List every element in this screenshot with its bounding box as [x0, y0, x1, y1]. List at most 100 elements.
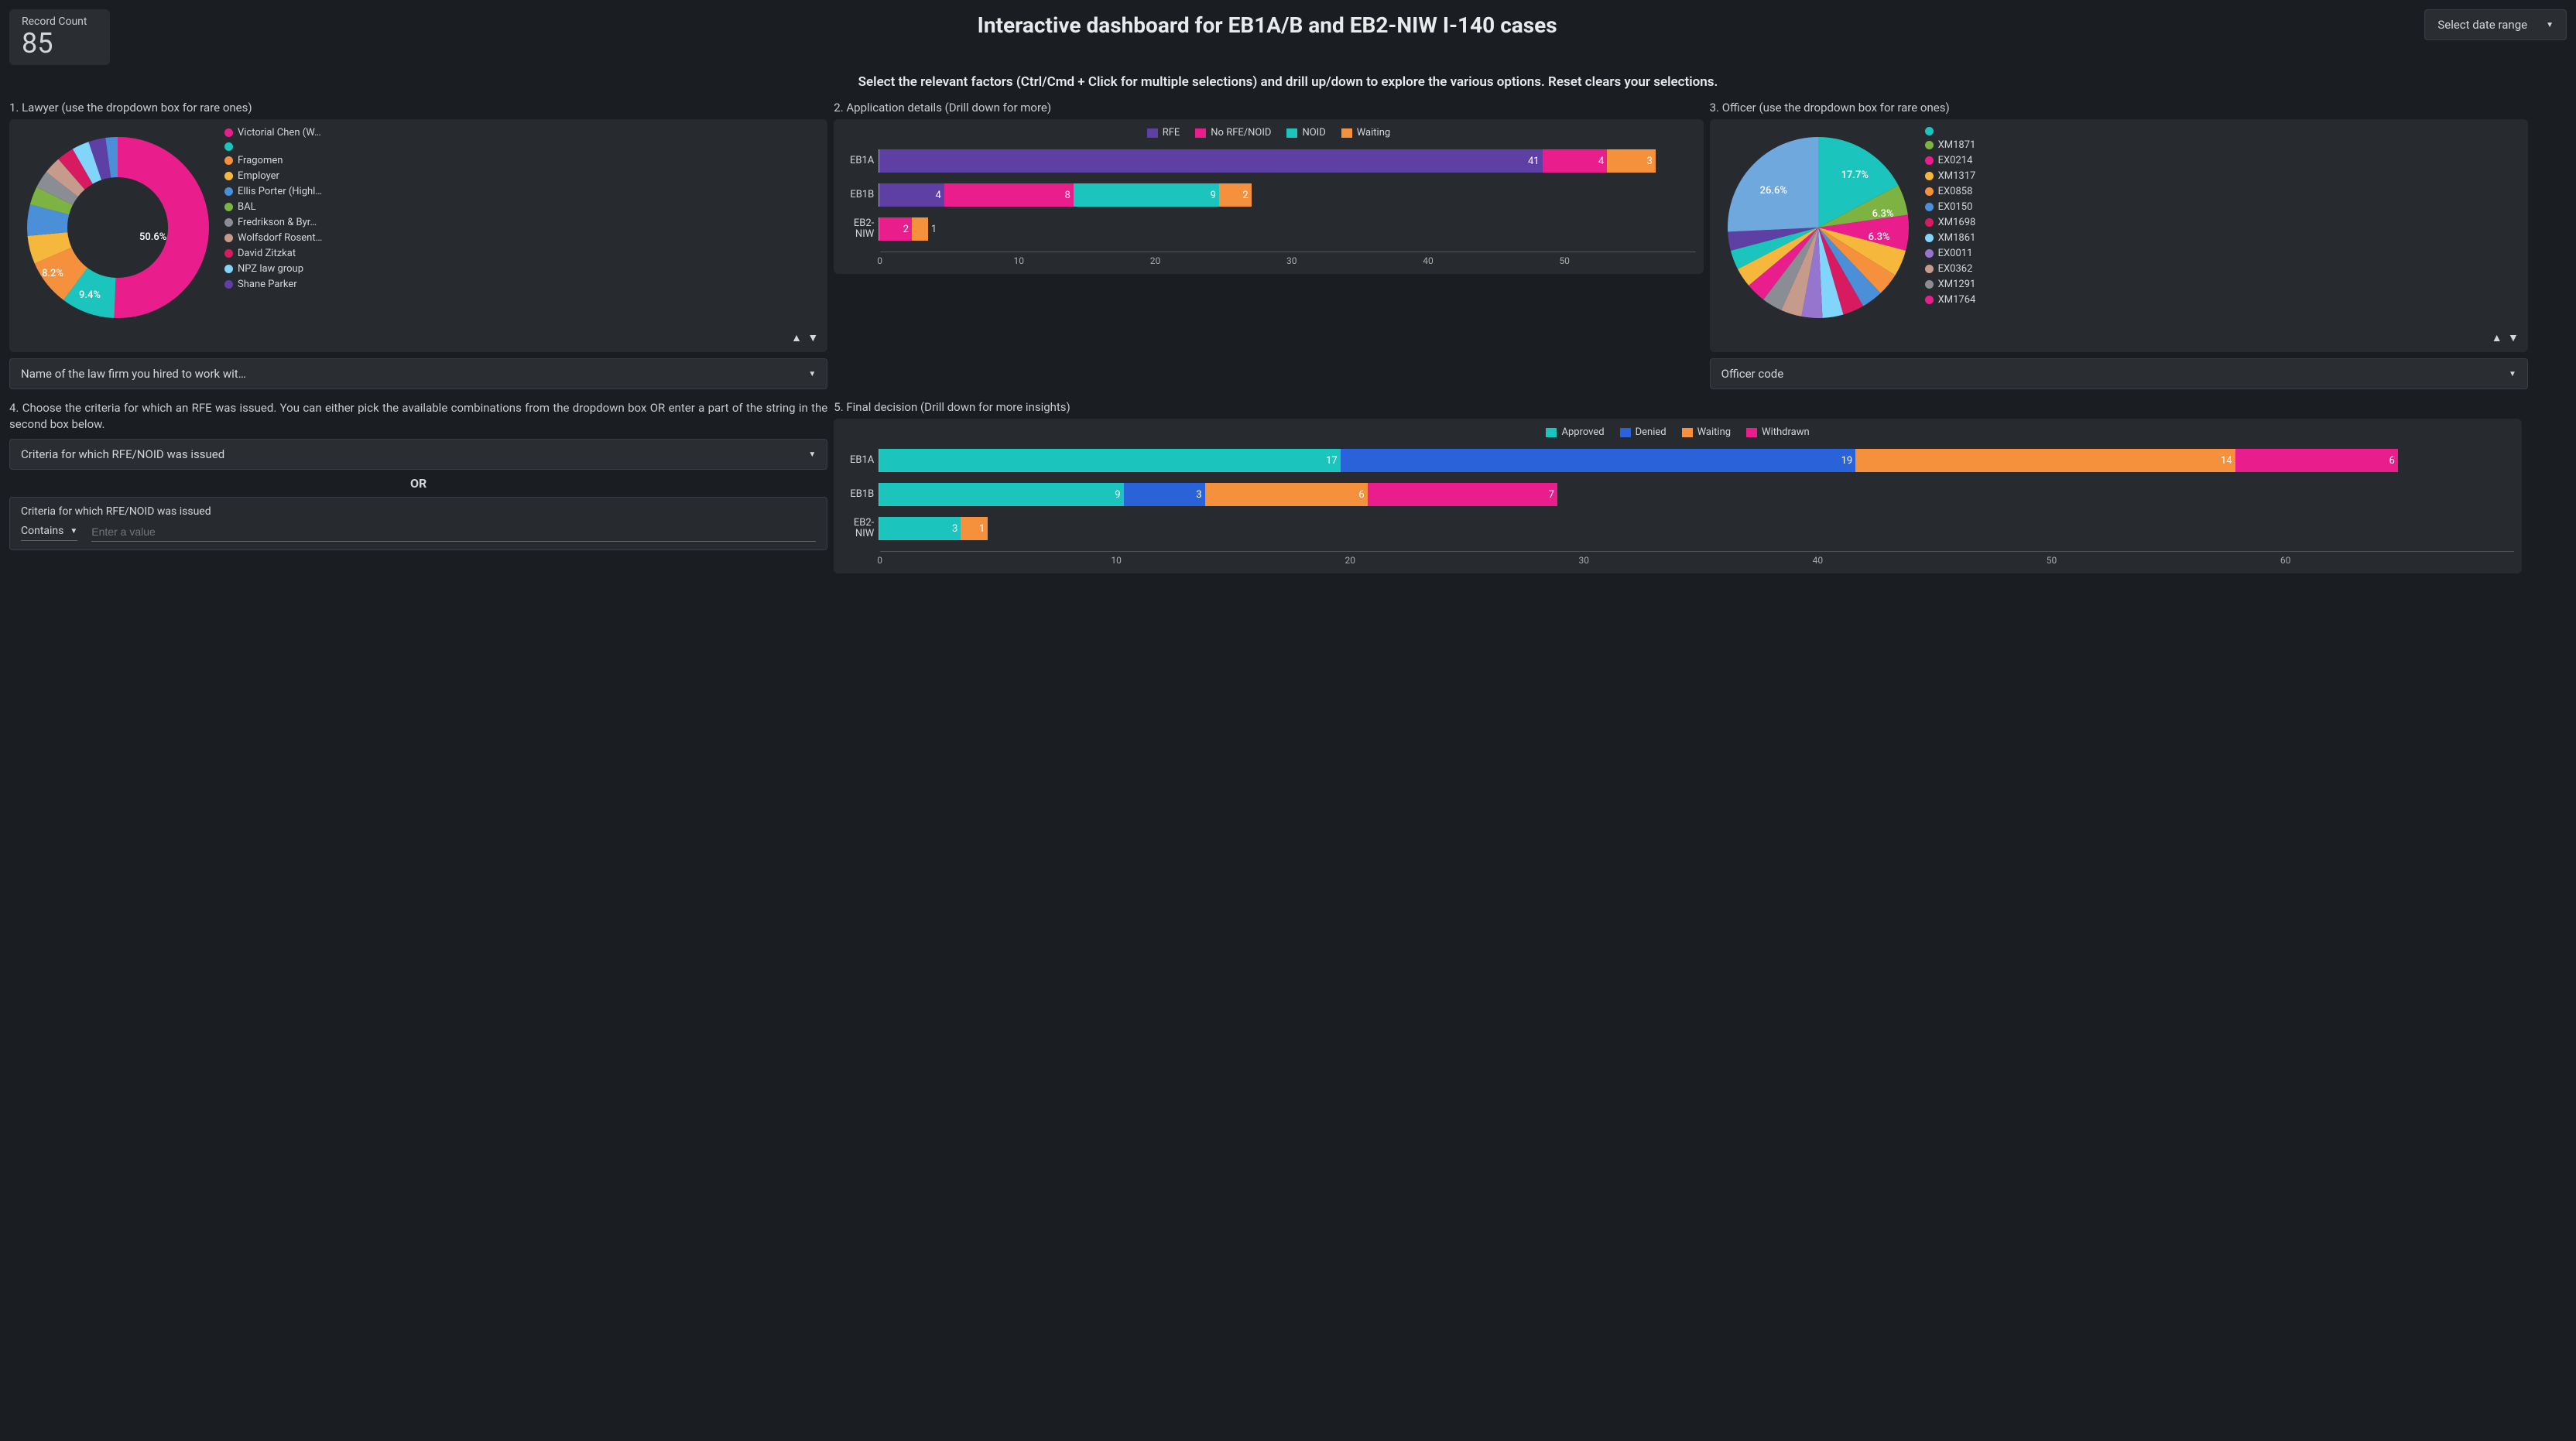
bar-segment[interactable]: 7	[1368, 483, 1557, 506]
legend-item[interactable]: Waiting	[1341, 127, 1390, 139]
triangle-up-icon[interactable]: ▲	[2492, 332, 2504, 344]
legend-item[interactable]: No RFE/NOID	[1195, 127, 1271, 139]
legend-label: Victorial Chen (W…	[238, 127, 321, 139]
bar-segment[interactable]: 2	[1219, 183, 1252, 207]
triangle-up-icon[interactable]: ▲	[791, 332, 803, 344]
legend-item[interactable]: NPZ law group	[224, 263, 820, 275]
lawyer-dropdown[interactable]: Name of the law firm you hired to work w…	[9, 358, 827, 389]
bar-segment[interactable]: 2	[879, 217, 912, 241]
legend-swatch	[1620, 428, 1631, 437]
legend-item[interactable]: EX0214	[1925, 155, 2520, 166]
bar-segment[interactable]: 1	[961, 517, 988, 540]
legend-item[interactable]: XM1291	[1925, 279, 2520, 290]
bar-segment[interactable]: 6	[2235, 449, 2398, 472]
bar-row[interactable]: EB2-NIW21	[844, 217, 1687, 241]
filter-operator-select[interactable]: Contains ▼	[21, 525, 77, 541]
officer-dropdown[interactable]: Officer code ▼	[1710, 358, 2528, 389]
legend-item[interactable]: Withdrawn	[1746, 426, 1810, 438]
bar-segment[interactable]: 4	[1543, 149, 1608, 173]
legend-swatch	[1925, 296, 1934, 304]
bar-row[interactable]: EB1B9367	[844, 483, 2506, 506]
triangle-down-icon[interactable]: ▼	[807, 332, 820, 344]
bar-row[interactable]: EB1A4143	[844, 149, 1687, 173]
legend-item[interactable]: Shane Parker	[224, 279, 820, 290]
bar-segment[interactable]: 41	[879, 149, 1542, 173]
legend-item[interactable]: BAL	[224, 201, 820, 213]
legend-swatch	[1925, 156, 1934, 165]
legend-item[interactable]: EX0858	[1925, 186, 2520, 197]
bar-segment[interactable]: 4	[879, 183, 944, 207]
bar-segment[interactable]: 14	[1855, 449, 2235, 472]
legend-item[interactable]: Victorial Chen (W…	[224, 127, 820, 139]
bar-segment[interactable]: 6	[1205, 483, 1368, 506]
legend-item[interactable]: EX0362	[1925, 263, 2520, 275]
legend-item[interactable]: Waiting	[1682, 426, 1731, 438]
legend-item[interactable]: XM1764	[1925, 294, 2520, 306]
legend-item[interactable]: Fredrikson & Byr…	[224, 217, 820, 228]
criteria-dropdown[interactable]: Criteria for which RFE/NOID was issued ▼	[9, 439, 827, 470]
record-count-card: Record Count 85	[9, 9, 110, 65]
legend-item[interactable]: Ellis Porter (Highl…	[224, 186, 820, 197]
bar-value: 6	[2389, 455, 2394, 467]
legend-item[interactable]: Employer	[224, 170, 820, 182]
date-range-select[interactable]: Select date range ▼	[2424, 9, 2567, 40]
bar-track: 21	[879, 217, 1687, 241]
legend-item[interactable]	[224, 142, 820, 151]
lawyer-donut-chart[interactable]: 50.6% 9.4% 8.2%	[17, 127, 218, 328]
legend-label: Fragomen	[238, 155, 283, 166]
legend-label: BAL	[238, 201, 256, 213]
legend-item[interactable]: Denied	[1620, 426, 1667, 438]
bar-segment[interactable]: 9	[879, 483, 1123, 506]
app-details-chart[interactable]: EB1A4143EB1B4892EB2-NIW21	[841, 146, 1695, 241]
triangle-down-icon[interactable]: ▼	[2508, 332, 2520, 344]
legend-item[interactable]: XM1317	[1925, 170, 2520, 182]
bar-segment[interactable]: 1	[912, 217, 928, 241]
axis-tick: 40	[1813, 555, 2047, 566]
legend-item[interactable]: XM1871	[1925, 139, 2520, 151]
bar-value: 4	[936, 190, 941, 201]
legend-item[interactable]	[1925, 127, 2520, 135]
legend-label: NOID	[1302, 127, 1325, 139]
legend-pager[interactable]: ▲ ▼	[17, 331, 820, 344]
legend-item[interactable]: EX0011	[1925, 248, 2520, 259]
slice-label: 26.6%	[1760, 185, 1787, 197]
bar-segment[interactable]: 8	[944, 183, 1074, 207]
lawyer-legend: Victorial Chen (W… Fragomen Employer Ellis …	[224, 127, 820, 328]
legend-item[interactable]: EX0150	[1925, 201, 2520, 213]
final-decision-chart[interactable]: EB1A1719146EB1B9367EB2-NIW31	[841, 446, 2514, 540]
legend-swatch	[224, 156, 233, 165]
legend-label: EX0858	[1938, 186, 1973, 197]
legend-item[interactable]: Approved	[1546, 426, 1604, 438]
slice-label: 50.6%	[139, 231, 166, 243]
axis-tick: 50	[1559, 255, 1695, 266]
legend-item[interactable]: RFE	[1147, 127, 1180, 139]
bar-segment[interactable]: 17	[879, 449, 1340, 472]
bar-segment[interactable]: 9	[1074, 183, 1219, 207]
bar-segment[interactable]: 19	[1341, 449, 1856, 472]
bar-row[interactable]: EB1B4892	[844, 183, 1687, 207]
legend-swatch	[1195, 128, 1206, 138]
legend-swatch	[1925, 249, 1934, 258]
axis-tick: 40	[1423, 255, 1559, 266]
bar-value: 3	[952, 523, 957, 535]
legend-item[interactable]: NOID	[1286, 127, 1325, 139]
bar-segment[interactable]: 3	[1124, 483, 1205, 506]
legend-item[interactable]: Fragomen	[224, 155, 820, 166]
legend-item[interactable]: Wolfsdorf Rosent…	[224, 232, 820, 244]
bar-category-label: EB1A	[844, 156, 879, 166]
bar-segment[interactable]: 3	[879, 517, 961, 540]
axis-tick: 30	[1286, 255, 1423, 266]
date-range-label: Select date range	[2437, 18, 2527, 32]
filter-value-input[interactable]	[91, 524, 816, 542]
bar-segment[interactable]: 3	[1607, 149, 1656, 173]
officer-pie-chart[interactable]: 26.6% 17.7% 6.3% 6.3%	[1718, 127, 1919, 328]
legend-item[interactable]: XM1698	[1925, 217, 2520, 228]
bar-row[interactable]: EB2-NIW31	[844, 517, 2506, 540]
page-title: Interactive dashboard for EB1A/B and EB2…	[122, 12, 2412, 38]
chevron-down-icon: ▼	[808, 370, 816, 378]
legend-item[interactable]: XM1861	[1925, 232, 2520, 244]
legend-item[interactable]: David Zitzkat	[224, 248, 820, 259]
bar-value: 1	[931, 224, 937, 235]
bar-row[interactable]: EB1A1719146	[844, 449, 2506, 472]
legend-pager[interactable]: ▲ ▼	[1718, 331, 2520, 344]
